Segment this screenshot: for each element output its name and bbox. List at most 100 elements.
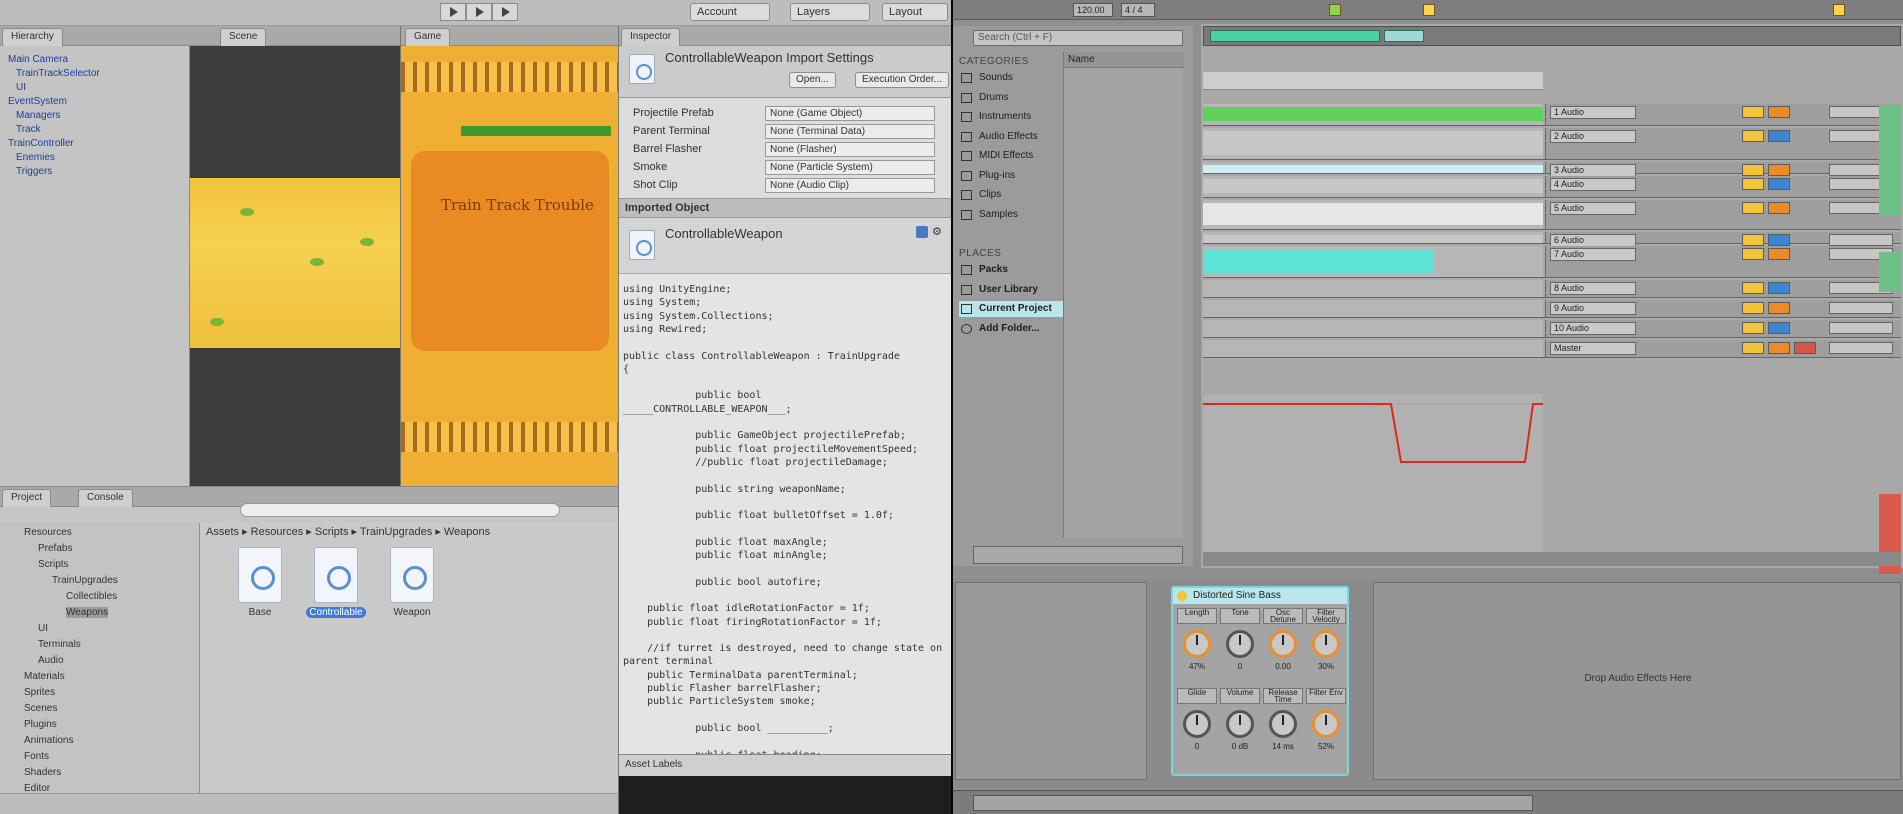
track-solo-button[interactable] [1768, 302, 1790, 314]
execution-order-button[interactable]: Execution Order... [855, 72, 950, 88]
folder-tree-item[interactable]: Plugins [24, 719, 57, 730]
folder-tree-item[interactable]: TrainUpgrades [52, 575, 118, 586]
timeline-ruler[interactable] [1203, 72, 1543, 90]
macro-knob[interactable] [1269, 710, 1297, 738]
track-solo-button[interactable] [1768, 178, 1790, 190]
track-solo-button[interactable] [1768, 130, 1790, 142]
track-lane[interactable] [1203, 300, 1543, 317]
game-view[interactable]: Game Train Track Trouble [400, 26, 619, 486]
track-lane[interactable] [1203, 104, 1543, 125]
macro-control[interactable]: Length 47% [1177, 608, 1217, 680]
audio-clip[interactable] [1203, 249, 1433, 273]
track-activator-button[interactable] [1742, 342, 1764, 354]
hierarchy-item[interactable]: TrainTrackSelector [16, 68, 100, 79]
audio-clip[interactable] [1203, 203, 1543, 225]
account-dropdown[interactable]: Account [690, 3, 770, 21]
browser-category-drums[interactable]: Drums [959, 90, 1071, 106]
track-activator-button[interactable] [1742, 178, 1764, 190]
breadcrumb[interactable]: Assets ▸ Resources ▸ Scripts ▸ TrainUpgr… [206, 525, 490, 538]
track-name[interactable]: 8 Audio [1550, 282, 1636, 295]
track-activator-button[interactable] [1742, 234, 1764, 246]
track-solo-button[interactable] [1768, 248, 1790, 260]
key-map-led[interactable] [1833, 4, 1845, 16]
browser-category-sounds[interactable]: Sounds [959, 70, 1071, 86]
audio-clip[interactable] [1203, 107, 1543, 121]
track-activator-button[interactable] [1742, 130, 1764, 142]
track-solo-button[interactable] [1768, 234, 1790, 246]
asset-item[interactable]: Weapon [382, 547, 442, 627]
track-volume-field[interactable] [1829, 342, 1893, 354]
track-volume-field[interactable] [1829, 234, 1893, 246]
audio-clip[interactable] [1203, 235, 1543, 243]
folder-tree-item[interactable]: Weapons [66, 607, 109, 618]
browser-name-column[interactable]: Name [1064, 52, 1184, 68]
play-led[interactable] [1329, 4, 1341, 16]
hierarchy-item[interactable]: Triggers [16, 166, 52, 177]
browser-category-audio-effects[interactable]: Audio Effects [959, 129, 1071, 145]
track-name[interactable]: Master [1550, 342, 1636, 355]
track-solo-button[interactable] [1768, 202, 1790, 214]
folder-tree-item[interactable]: Collectibles [66, 591, 117, 602]
track-activator-button[interactable] [1742, 248, 1764, 260]
track-activator-button[interactable] [1742, 164, 1764, 176]
folder-tree-item[interactable]: Animations [24, 735, 73, 746]
browser-category-samples[interactable]: Samples [959, 207, 1071, 223]
hierarchy-item[interactable]: Track [16, 124, 41, 135]
browser-place-packs[interactable]: Packs [959, 262, 1071, 278]
hierarchy-item[interactable]: Managers [16, 110, 60, 121]
folder-tree-item[interactable]: UI [38, 623, 48, 634]
tab-game[interactable]: Game [405, 28, 451, 46]
macro-knob[interactable] [1312, 710, 1340, 738]
audio-clip[interactable] [1203, 323, 1543, 333]
rack-title[interactable]: Distorted Sine Bass [1173, 588, 1347, 604]
audio-clip[interactable] [1203, 343, 1543, 353]
track-lane[interactable] [1203, 246, 1543, 277]
object-field[interactable]: None (Audio Clip) [765, 178, 935, 193]
asset-labels-bar[interactable]: Asset Labels [619, 754, 951, 776]
macro-knob[interactable] [1312, 630, 1340, 658]
layout-dropdown[interactable]: Layout [882, 3, 948, 21]
macro-control[interactable]: Volume 0 dB [1220, 688, 1260, 760]
browser-category-midi-effects[interactable]: MIDI Effects [959, 148, 1071, 164]
folder-tree-item[interactable]: Fonts [24, 751, 49, 762]
hierarchy-item[interactable]: Enemies [16, 152, 55, 163]
macro-control[interactable]: Glide 0 [1177, 688, 1217, 760]
macro-control[interactable]: Tone 0 [1220, 608, 1260, 680]
tab-scene[interactable]: Scene [220, 28, 267, 46]
track-activator-button[interactable] [1742, 106, 1764, 118]
layers-dropdown[interactable]: Layers [790, 3, 870, 21]
arrangement-record-led[interactable] [1423, 4, 1435, 16]
folder-tree-item[interactable]: Audio [38, 655, 64, 666]
track-activator-button[interactable] [1742, 322, 1764, 334]
track-lane[interactable] [1203, 280, 1543, 297]
audio-effects-drop-zone[interactable]: Drop Audio Effects Here [1373, 582, 1901, 780]
browser-category-clips[interactable]: Clips [959, 187, 1071, 203]
asset-item[interactable]: Base [230, 547, 290, 627]
project-search-input[interactable] [240, 503, 560, 517]
track-lane[interactable] [1203, 176, 1543, 197]
folder-tree-item[interactable]: Shaders [24, 767, 61, 778]
track-name[interactable]: 5 Audio [1550, 202, 1636, 215]
track-name[interactable]: 2 Audio [1550, 130, 1636, 143]
track-lane[interactable] [1203, 340, 1543, 357]
hierarchy-item[interactable]: UI [16, 82, 26, 93]
automation-lane[interactable] [1203, 394, 1543, 552]
track-solo-button[interactable] [1768, 282, 1790, 294]
instrument-rack[interactable]: Distorted Sine Bass Length 47% Tone 0 Osc De… [1171, 586, 1349, 776]
track-solo-button[interactable] [1768, 342, 1790, 354]
folder-tree-item[interactable]: Scripts [38, 559, 69, 570]
object-field[interactable]: None (Particle System) [765, 160, 935, 175]
track-activator-button[interactable] [1742, 282, 1764, 294]
macro-control[interactable]: Release Time 14 ms [1263, 688, 1303, 760]
asset-item[interactable]: Controllable [306, 547, 366, 627]
help-icon[interactable] [916, 226, 928, 238]
object-field[interactable]: None (Game Object) [765, 106, 935, 121]
track-solo-button[interactable] [1768, 106, 1790, 118]
gear-icon[interactable]: ⚙ [932, 226, 944, 238]
track-activator-button[interactable] [1742, 202, 1764, 214]
track-lane[interactable] [1203, 232, 1543, 243]
macro-knob[interactable] [1183, 630, 1211, 658]
track-name[interactable]: 7 Audio [1550, 248, 1636, 261]
imported-object-header[interactable]: Imported Object [619, 198, 951, 218]
tab-hierarchy[interactable]: Hierarchy [2, 28, 63, 46]
